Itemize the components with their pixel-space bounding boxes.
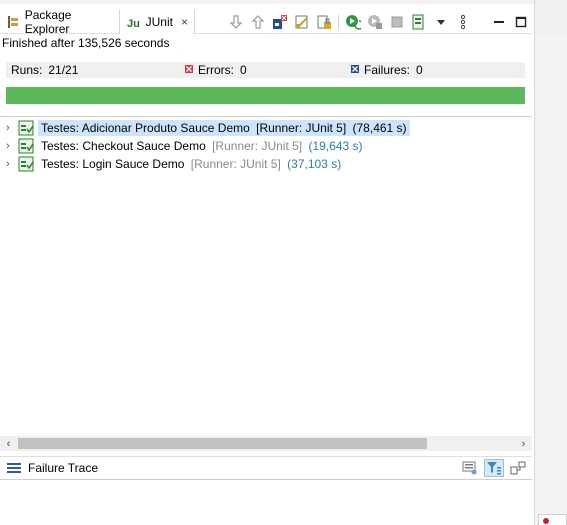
failure-trace-header: Failure Trace [0,456,532,478]
suite-time: (78,461 s) [352,121,407,135]
scrollbar-thumb[interactable] [18,438,427,449]
tree-item-label: Testes: Checkout Sauce Demo [Runner: JUn… [38,138,366,154]
skipped-only-icon[interactable] [294,14,310,30]
test-progress-bar [6,87,525,104]
next-failure-icon[interactable] [228,14,244,30]
failures-counter: Failures: 0 [346,62,525,78]
failures-value: 0 [416,63,423,77]
failure-trace-content[interactable] [0,479,532,525]
test-suite-ok-icon [18,156,34,172]
scroll-lock-icon[interactable] [316,14,332,30]
errors-label: Errors: [198,63,234,77]
tree-item-suite[interactable]: › Testes: Adicionar Produto Sauce Demo [… [6,119,526,137]
tab-junit[interactable]: Ju JUnit × [119,10,195,34]
right-side-panel [534,0,567,525]
scroll-right-icon[interactable]: › [515,436,532,451]
chevron-right-icon[interactable]: › [6,158,18,170]
test-suite-ok-icon [18,120,34,136]
test-results-tree: › Testes: Adicionar Produto Sauce Demo [… [6,119,526,173]
failures-only-icon[interactable] [272,14,288,30]
previous-failure-icon[interactable] [250,14,266,30]
chevron-right-icon[interactable]: › [6,122,18,134]
suite-time: (37,103 s) [287,157,342,171]
view-menu-icon[interactable] [455,14,471,30]
rerun-failed-first-icon[interactable] [367,14,383,30]
suite-runner: [Runner: JUnit 5] [256,121,347,135]
tab-package-explorer-label: Package Explorer [24,8,72,36]
errors-value: 0 [240,63,247,77]
failure-trace-icon [6,460,22,476]
suite-time: (19,643 s) [308,139,363,153]
window-top-strip [0,0,567,4]
tab-package-explorer[interactable]: Package Explorer [0,8,118,36]
runs-label: Runs: [11,63,43,77]
failure-trace-actions [460,459,528,477]
rerun-icon[interactable] [345,14,361,30]
tree-top-divider [0,116,532,117]
run-status-text: Finished after 135,526 seconds [2,36,170,50]
minimized-view-icon [543,518,549,524]
tree-item-label: Testes: Adicionar Produto Sauce Demo [Ru… [38,120,410,136]
error-icon [185,65,193,75]
tab-junit-label: JUnit [145,15,173,29]
right-side-panel-body [535,35,567,525]
junit-icon: Ju [126,14,142,30]
suite-runner: [Runner: JUnit 5] [190,157,281,171]
scroll-left-icon[interactable]: ‹ [0,436,17,451]
tree-item-suite[interactable]: › Testes: Checkout Sauce Demo [Runner: J… [6,137,526,155]
maximize-icon[interactable] [513,14,529,30]
errors-counter: Errors: 0 [180,62,346,78]
toolbar-separator [338,15,339,29]
horizontal-scrollbar[interactable]: ‹ › [0,436,532,451]
dropdown-icon[interactable] [433,14,449,30]
failure-trace-title: Failure Trace [28,460,99,475]
stop-icon[interactable] [389,14,405,30]
test-counters: Runs: 21/21 Errors: 0 Failures: 0 [6,62,525,78]
package-explorer-icon [6,14,21,30]
filter-stack-trace-icon[interactable] [484,459,504,477]
svg-text:Ju: Ju [127,18,140,29]
suite-name: Testes: Adicionar Produto Sauce Demo [41,121,250,135]
suite-runner: [Runner: JUnit 5] [212,139,303,153]
tree-item-suite[interactable]: › Testes: Login Sauce Demo [Runner: JUni… [6,155,526,173]
failures-label: Failures: [364,63,411,77]
failure-icon [351,65,359,75]
chevron-right-icon[interactable]: › [6,140,18,152]
close-tab-icon[interactable]: × [181,15,188,29]
minimize-icon[interactable] [491,14,507,30]
runs-value: 21/21 [48,63,79,77]
tree-item-label: Testes: Login Sauce Demo [Runner: JUnit … [38,156,344,172]
suite-name: Testes: Checkout Sauce Demo [41,139,206,153]
runs-counter: Runs: 21/21 [6,62,180,78]
test-suite-ok-icon [18,138,34,154]
compare-results-icon[interactable] [460,459,480,477]
junit-toolbar [228,10,529,34]
copy-trace-icon[interactable] [508,459,528,477]
history-icon[interactable] [411,14,427,30]
suite-name: Testes: Login Sauce Demo [41,157,185,171]
minimized-view-tab[interactable] [538,514,567,525]
